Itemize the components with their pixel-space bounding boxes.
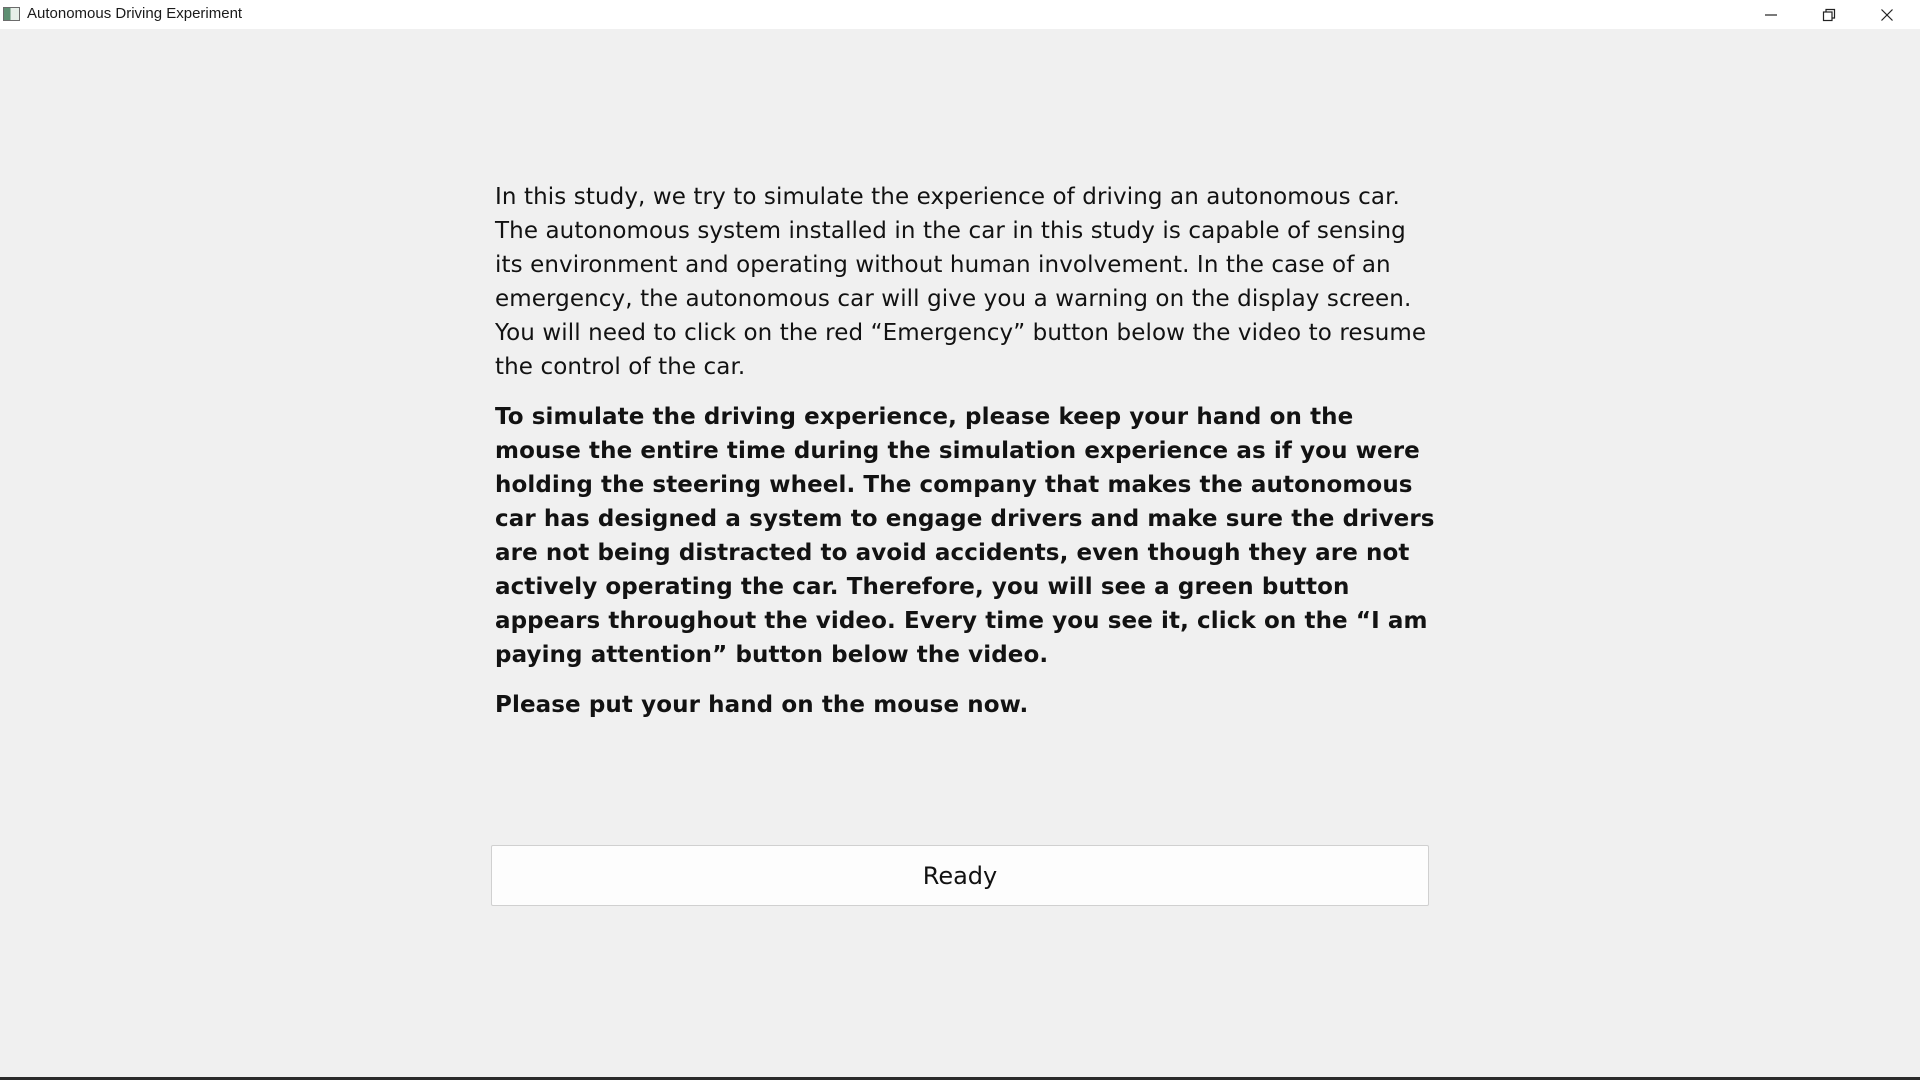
ready-button[interactable]: Ready <box>491 845 1429 906</box>
minimize-button[interactable] <box>1742 0 1800 29</box>
instructions-paragraph-attention: To simulate the driving experience, plea… <box>495 404 1435 668</box>
instructions-paragraph-intro: In this study, we try to simulate the ex… <box>495 184 1427 380</box>
window-title: Autonomous Driving Experiment <box>27 5 243 22</box>
restore-icon <box>1822 8 1836 21</box>
restore-button[interactable] <box>1800 0 1858 29</box>
minimize-icon <box>1765 13 1777 16</box>
app-window: Autonomous Driving Experiment In this st… <box>0 0 1920 1080</box>
close-button[interactable] <box>1858 0 1916 29</box>
instructions-panel: In this study, we try to simulate the ex… <box>495 180 1435 738</box>
title-bar[interactable]: Autonomous Driving Experiment <box>0 0 1920 29</box>
app-window-icon <box>3 7 20 21</box>
instructions-paragraph-mouse: Please put your hand on the mouse now. <box>495 692 1029 718</box>
close-icon <box>1881 8 1893 21</box>
